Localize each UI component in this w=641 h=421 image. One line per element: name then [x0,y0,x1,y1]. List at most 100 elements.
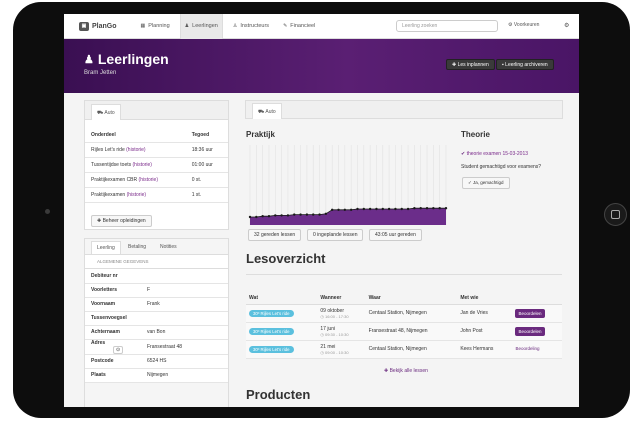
lesson-instructor: Kees Hermans [457,340,513,359]
map-icon[interactable]: ⊙ [113,345,124,354]
chart-point [248,215,252,219]
rating-link[interactable]: Beoordeling [515,346,539,351]
time-text: 09:30 - 10:30 [324,331,349,337]
chart-point [312,213,315,216]
row-name: Praktijkexamen CBR [91,176,138,183]
student-name: Bram Jetten [84,70,117,76]
chart-point [337,208,340,211]
row-value: 1 st. [185,187,228,203]
time-text: 16:00 - 17:30 [324,313,349,319]
home-button[interactable] [604,203,627,226]
field-value [141,269,228,284]
page-header: ♟ Leerlingen Bram Jetten ✚ Les inplannen … [64,39,579,93]
chart-point [274,214,277,217]
lesson-location: Centaal Station, Nijmegen [365,304,458,323]
pencil-icon: ✎ [283,23,288,29]
field-value: Fransestraat 48 [141,339,228,355]
row-value: 01:00 uur [185,157,228,173]
table-row: Praktijkexamen CBR (historie) 0 st. [85,172,228,188]
history-link[interactable]: (historie) [126,147,145,153]
nav-financieel[interactable]: ✎ Financieel [279,14,319,39]
right-tabbar: ⛟ Auto [245,100,563,119]
approve-button[interactable]: ✓ Ja, gemachtigd [462,177,510,189]
lesson-type-badge: 30º Rijles Let's ride [249,327,294,335]
rate-button[interactable]: Beoordelen [515,308,545,318]
col-header: Met wie [457,292,513,305]
manage-courses-button[interactable]: ✚ Beheer opleidingen [91,214,152,227]
nav-planning[interactable]: ▦ Planning [137,14,174,39]
nav-label: Leerlingen [192,23,218,29]
lesson-time: ◷ 09:00 - 10:30 [320,349,349,355]
gear-icon[interactable]: ⚙ [564,22,569,29]
all-lessons-link[interactable]: ✚ Bekijk alle lessen [384,368,428,374]
stat-driven-lessons: 32 gereden lessen [248,229,302,241]
page-title-text: Leerlingen [97,51,169,67]
chart-point [267,215,271,218]
chart-point [299,213,302,216]
field-label-text: Adres [91,339,106,346]
tab-notities[interactable]: Notities [155,241,182,254]
check-icon: ✔ [461,151,466,157]
archive-student-button[interactable]: ▪ Leerling archiveren [496,59,554,70]
lesson-type-badge: 30º Rijles Let's ride [249,345,294,353]
credits-table: Onderdeel Tegoed Rijles Let's ride (histo… [85,128,228,203]
logo[interactable]: ▣ PlanGo [79,21,117,31]
products-heading: Producten [246,387,311,402]
lesson-instructor: John Post [457,322,513,341]
field-label: Postcode [85,354,141,369]
button-label: Ja, gemachtigd [473,180,504,185]
lesson-row[interactable]: 30º Rijles Let's ride 21 mei ◷ 09:00 - 10… [246,340,562,359]
field-value: F [141,283,228,298]
chart-point [375,207,378,211]
student-details-panel: Leerling Betaling Notities ALGEMENE GEGE… [84,238,229,407]
field-label: Adres ⊙ [85,339,141,355]
tab-auto[interactable]: ⛟ Auto [252,103,282,119]
chart-point [406,207,410,211]
field-label: Voornaam [85,297,141,312]
lesson-row[interactable]: 30º Rijles Let's ride 09 oktober ◷ 16:00 … [246,304,562,323]
nav-label: Instructeurs [240,23,270,29]
chart-point [293,213,296,216]
manage-wrap: ✚ Beheer opleidingen [85,203,228,233]
chart-area [250,208,446,225]
row-name: Rijles Let's ride [91,146,125,153]
search-input[interactable]: Leerling zoeken [396,20,498,32]
tab-auto[interactable]: ⛟ Auto [91,104,121,120]
chart-point [356,207,359,211]
col-header: Wat [246,292,318,305]
lesson-row[interactable]: 30º Rijles Let's ride 17 juni ◷ 09:30 - 1… [246,322,562,341]
schedule-lesson-button[interactable]: ✚ Les inplannen [446,59,495,70]
logo-text: PlanGo [92,22,117,30]
row-name: Praktijkexamen [91,191,126,198]
user-icon: ♟ [184,23,190,29]
lesson-location: Fransestraat 48, Nijmegen [365,322,458,341]
button-label: Beheer opleidingen [102,217,146,224]
chart-point [400,207,403,211]
nav-leerlingen[interactable]: ♟ Leerlingen [179,14,223,39]
link-label: Bekijk alle lessen [389,368,428,374]
chart-point [318,213,321,216]
tab-betaling[interactable]: Betaling [123,241,151,254]
chart-point [343,208,347,211]
rate-button[interactable]: Beoordelen [515,326,545,336]
preferences-label: Voorkeuren [513,22,540,28]
progress-chart [248,145,448,225]
field-row: Adres ⊙ Fransestraat 48 [85,339,228,355]
details-tabs: Leerling Betaling Notities [85,239,228,255]
preferences-link[interactable]: ⚙ Voorkeuren [508,22,539,28]
lesson-time: ◷ 16:00 - 17:30 [320,313,349,319]
chart-point [255,215,258,219]
history-link[interactable]: (historie) [133,162,152,168]
history-link[interactable]: (historie) [139,177,158,183]
field-row: Postcode 6524 HS [85,354,228,369]
chart-point [419,207,422,210]
chart-point [394,207,397,211]
history-link[interactable]: (historie) [127,192,146,198]
theory-exam-link[interactable]: theorie examen 15-03-2013 [467,151,528,157]
approval-question: Student gemachtigd voor examens? [461,164,542,170]
chart-point [368,207,372,211]
nav-instructeurs[interactable]: ♙ Instructeurs [229,14,273,39]
chart-point [362,207,366,211]
logo-icon: ▣ [79,21,89,31]
tab-leerling[interactable]: Leerling [91,241,121,254]
